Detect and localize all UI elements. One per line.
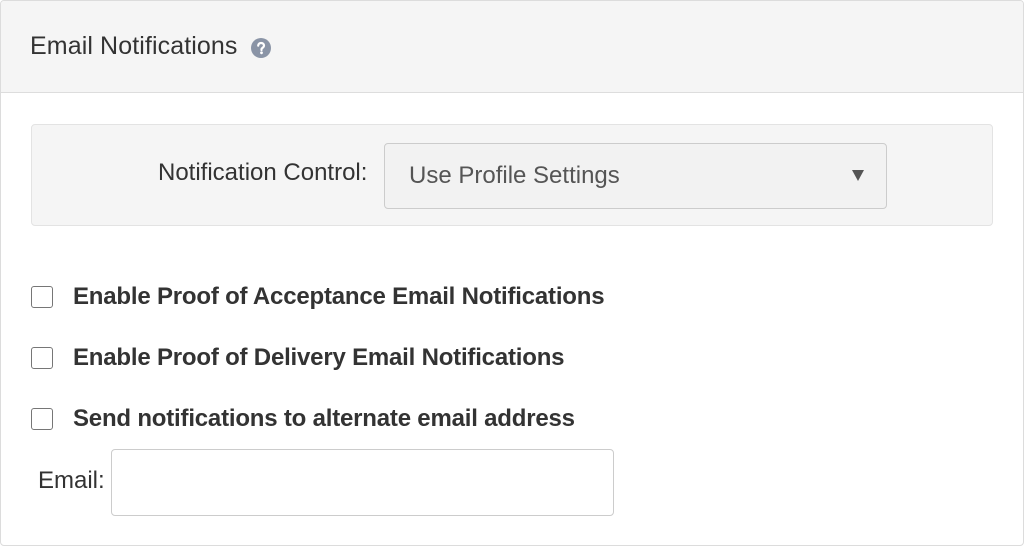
proof-of-acceptance-label[interactable]: Enable Proof of Acceptance Email Notific…: [73, 283, 605, 311]
checkbox-row-proof-of-acceptance[interactable]: Enable Proof of Acceptance Email Notific…: [31, 283, 605, 311]
proof-of-delivery-label[interactable]: Enable Proof of Delivery Email Notificat…: [73, 344, 565, 372]
proof-of-acceptance-checkbox[interactable]: [31, 286, 53, 308]
notification-control-value: Use Profile Settings: [409, 162, 620, 189]
email-label: Email:: [38, 467, 105, 494]
checkbox-row-proof-of-delivery[interactable]: Enable Proof of Delivery Email Notificat…: [31, 344, 565, 372]
alternate-email-checkbox[interactable]: [31, 408, 53, 430]
question-circle-icon[interactable]: [250, 37, 271, 58]
checkbox-row-alternate-email[interactable]: Send notifications to alternate email ad…: [31, 405, 575, 433]
panel-title: Email Notifications: [30, 32, 238, 60]
notification-control-select[interactable]: Use Profile Settings: [384, 143, 887, 209]
notification-control-well: Notification Control: Use Profile Settin…: [31, 124, 993, 226]
email-input[interactable]: [111, 449, 614, 516]
notification-control-label: Notification Control:: [158, 159, 368, 186]
proof-of-delivery-checkbox[interactable]: [31, 347, 53, 369]
email-notifications-panel: Email Notifications Notification Control…: [0, 0, 1024, 546]
alternate-email-label[interactable]: Send notifications to alternate email ad…: [73, 405, 575, 433]
caret-down-icon: [852, 170, 864, 181]
panel-header: Email Notifications: [1, 1, 1023, 93]
